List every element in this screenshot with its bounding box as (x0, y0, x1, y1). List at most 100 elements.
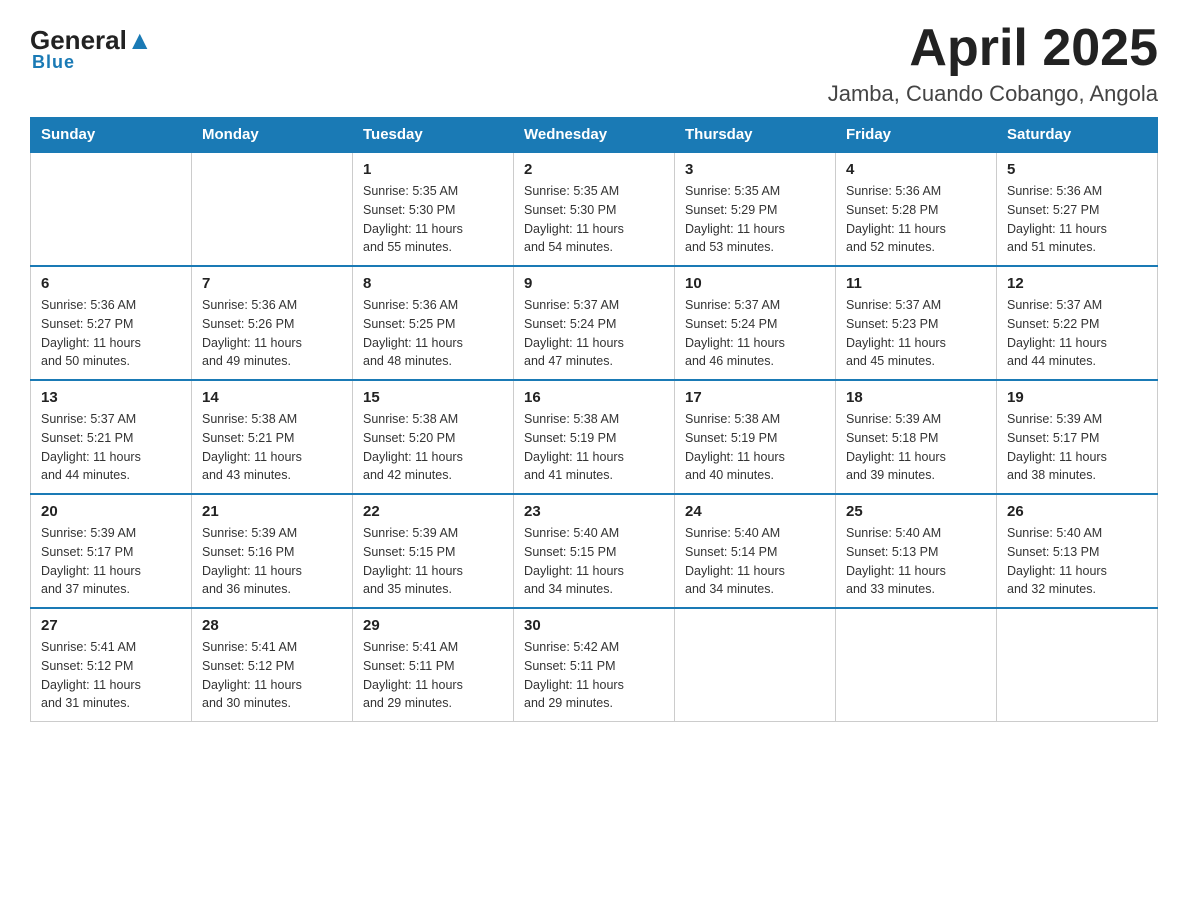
calendar-day-cell: 27 Sunrise: 5:41 AMSunset: 5:12 PMDayligh… (31, 608, 192, 722)
calendar-day-cell: 13Sunrise: 5:37 AMSunset: 5:21 PMDayligh… (31, 380, 192, 494)
day-of-week-header: Sunday (31, 118, 192, 153)
calendar-day-cell: 21 Sunrise: 5:39 AMSunset: 5:16 PMDayligh… (192, 494, 353, 608)
calendar-week-row: 1 Sunrise: 5:35 AMSunset: 5:30 PMDaylight… (31, 152, 1158, 266)
calendar-day-cell: 24Sunrise: 5:40 AMSunset: 5:14 PMDayligh… (675, 494, 836, 608)
day-number: 4 (846, 161, 986, 178)
calendar-day-cell: 8Sunrise: 5:36 AMSunset: 5:25 PMDaylight… (353, 266, 514, 380)
calendar-day-cell: 20 Sunrise: 5:39 AMSunset: 5:17 PMDayligh… (31, 494, 192, 608)
logo-arrow: ▲ (127, 25, 153, 56)
day-number: 23 (524, 503, 664, 520)
calendar-day-cell: 14 Sunrise: 5:38 AMSunset: 5:21 PMDayligh… (192, 380, 353, 494)
day-info: Sunrise: 5:35 AMSunset: 5:30 PMDaylight:… (363, 182, 503, 257)
day-of-week-header: Monday (192, 118, 353, 153)
calendar-table: SundayMondayTuesdayWednesdayThursdayFrid… (30, 117, 1158, 722)
day-number: 25 (846, 503, 986, 520)
day-number: 30 (524, 617, 664, 634)
page-header: General ▲ Blue April 2025 Jamba, Cuando … (30, 20, 1158, 107)
day-number: 21 (202, 503, 342, 520)
day-info: Sunrise: 5:39 AMSunset: 5:16 PMDaylight:… (202, 524, 342, 599)
day-number: 28 (202, 617, 342, 634)
calendar-header-row: SundayMondayTuesdayWednesdayThursdayFrid… (31, 118, 1158, 153)
day-number: 19 (1007, 389, 1147, 406)
calendar-week-row: 27 Sunrise: 5:41 AMSunset: 5:12 PMDayligh… (31, 608, 1158, 722)
day-number: 22 (363, 503, 503, 520)
day-number: 9 (524, 275, 664, 292)
calendar-day-cell (836, 608, 997, 722)
day-info: Sunrise: 5:39 AMSunset: 5:15 PMDaylight:… (363, 524, 503, 599)
day-of-week-header: Wednesday (514, 118, 675, 153)
calendar-day-cell: 18 Sunrise: 5:39 AMSunset: 5:18 PMDayligh… (836, 380, 997, 494)
calendar-day-cell: 30 Sunrise: 5:42 AMSunset: 5:11 PMDayligh… (514, 608, 675, 722)
calendar-day-cell: 6Sunrise: 5:36 AMSunset: 5:27 PMDaylight… (31, 266, 192, 380)
calendar-day-cell: 5 Sunrise: 5:36 AMSunset: 5:27 PMDaylight… (997, 152, 1158, 266)
day-info: Sunrise: 5:36 AMSunset: 5:27 PMDaylight:… (1007, 182, 1147, 257)
day-info: Sunrise: 5:38 AMSunset: 5:19 PMDaylight:… (524, 410, 664, 485)
day-info: Sunrise: 5:39 AMSunset: 5:17 PMDaylight:… (41, 524, 181, 599)
day-number: 27 (41, 617, 181, 634)
day-number: 6 (41, 275, 181, 292)
day-info: Sunrise: 5:38 AMSunset: 5:19 PMDaylight:… (685, 410, 825, 485)
day-info: Sunrise: 5:40 AMSunset: 5:13 PMDaylight:… (1007, 524, 1147, 599)
calendar-week-row: 6Sunrise: 5:36 AMSunset: 5:27 PMDaylight… (31, 266, 1158, 380)
day-info: Sunrise: 5:37 AMSunset: 5:21 PMDaylight:… (41, 410, 181, 485)
calendar-day-cell: 17 Sunrise: 5:38 AMSunset: 5:19 PMDayligh… (675, 380, 836, 494)
calendar-day-cell: 11Sunrise: 5:37 AMSunset: 5:23 PMDayligh… (836, 266, 997, 380)
day-info: Sunrise: 5:40 AMSunset: 5:15 PMDaylight:… (524, 524, 664, 599)
day-number: 24 (685, 503, 825, 520)
calendar-day-cell: 23 Sunrise: 5:40 AMSunset: 5:15 PMDayligh… (514, 494, 675, 608)
calendar-day-cell: 10Sunrise: 5:37 AMSunset: 5:24 PMDayligh… (675, 266, 836, 380)
day-number: 5 (1007, 161, 1147, 178)
logo-blue-text: Blue (32, 52, 75, 73)
calendar-day-cell (997, 608, 1158, 722)
day-of-week-header: Tuesday (353, 118, 514, 153)
day-info: Sunrise: 5:41 AMSunset: 5:12 PMDaylight:… (41, 638, 181, 713)
calendar-day-cell: 7Sunrise: 5:36 AMSunset: 5:26 PMDaylight… (192, 266, 353, 380)
calendar-day-cell: 4 Sunrise: 5:36 AMSunset: 5:28 PMDaylight… (836, 152, 997, 266)
day-info: Sunrise: 5:36 AMSunset: 5:26 PMDaylight:… (202, 296, 342, 371)
day-info: Sunrise: 5:37 AMSunset: 5:22 PMDaylight:… (1007, 296, 1147, 371)
day-number: 29 (363, 617, 503, 634)
calendar-week-row: 13Sunrise: 5:37 AMSunset: 5:21 PMDayligh… (31, 380, 1158, 494)
day-number: 3 (685, 161, 825, 178)
day-number: 17 (685, 389, 825, 406)
day-info: Sunrise: 5:42 AMSunset: 5:11 PMDaylight:… (524, 638, 664, 713)
calendar-day-cell: 15 Sunrise: 5:38 AMSunset: 5:20 PMDayligh… (353, 380, 514, 494)
title-block: April 2025 Jamba, Cuando Cobango, Angola (828, 20, 1158, 107)
day-info: Sunrise: 5:37 AMSunset: 5:23 PMDaylight:… (846, 296, 986, 371)
day-info: Sunrise: 5:37 AMSunset: 5:24 PMDaylight:… (524, 296, 664, 371)
calendar-day-cell: 29 Sunrise: 5:41 AMSunset: 5:11 PMDayligh… (353, 608, 514, 722)
day-info: Sunrise: 5:35 AMSunset: 5:29 PMDaylight:… (685, 182, 825, 257)
day-info: Sunrise: 5:39 AMSunset: 5:18 PMDaylight:… (846, 410, 986, 485)
day-of-week-header: Thursday (675, 118, 836, 153)
logo: General ▲ Blue (30, 20, 153, 73)
day-number: 2 (524, 161, 664, 178)
calendar-subtitle: Jamba, Cuando Cobango, Angola (828, 81, 1158, 107)
calendar-day-cell: 28 Sunrise: 5:41 AMSunset: 5:12 PMDayligh… (192, 608, 353, 722)
calendar-day-cell (31, 152, 192, 266)
day-info: Sunrise: 5:36 AMSunset: 5:25 PMDaylight:… (363, 296, 503, 371)
day-number: 18 (846, 389, 986, 406)
day-number: 1 (363, 161, 503, 178)
calendar-week-row: 20 Sunrise: 5:39 AMSunset: 5:17 PMDayligh… (31, 494, 1158, 608)
calendar-day-cell: 1 Sunrise: 5:35 AMSunset: 5:30 PMDaylight… (353, 152, 514, 266)
day-number: 26 (1007, 503, 1147, 520)
day-of-week-header: Friday (836, 118, 997, 153)
day-info: Sunrise: 5:35 AMSunset: 5:30 PMDaylight:… (524, 182, 664, 257)
day-info: Sunrise: 5:39 AMSunset: 5:17 PMDaylight:… (1007, 410, 1147, 485)
day-number: 14 (202, 389, 342, 406)
day-info: Sunrise: 5:38 AMSunset: 5:20 PMDaylight:… (363, 410, 503, 485)
calendar-day-cell: 16Sunrise: 5:38 AMSunset: 5:19 PMDayligh… (514, 380, 675, 494)
day-number: 15 (363, 389, 503, 406)
day-info: Sunrise: 5:40 AMSunset: 5:13 PMDaylight:… (846, 524, 986, 599)
day-info: Sunrise: 5:38 AMSunset: 5:21 PMDaylight:… (202, 410, 342, 485)
day-number: 20 (41, 503, 181, 520)
day-number: 12 (1007, 275, 1147, 292)
day-number: 10 (685, 275, 825, 292)
calendar-day-cell: 19 Sunrise: 5:39 AMSunset: 5:17 PMDayligh… (997, 380, 1158, 494)
day-of-week-header: Saturday (997, 118, 1158, 153)
day-info: Sunrise: 5:36 AMSunset: 5:28 PMDaylight:… (846, 182, 986, 257)
calendar-day-cell: 25 Sunrise: 5:40 AMSunset: 5:13 PMDayligh… (836, 494, 997, 608)
day-info: Sunrise: 5:41 AMSunset: 5:12 PMDaylight:… (202, 638, 342, 713)
calendar-day-cell (192, 152, 353, 266)
day-info: Sunrise: 5:41 AMSunset: 5:11 PMDaylight:… (363, 638, 503, 713)
